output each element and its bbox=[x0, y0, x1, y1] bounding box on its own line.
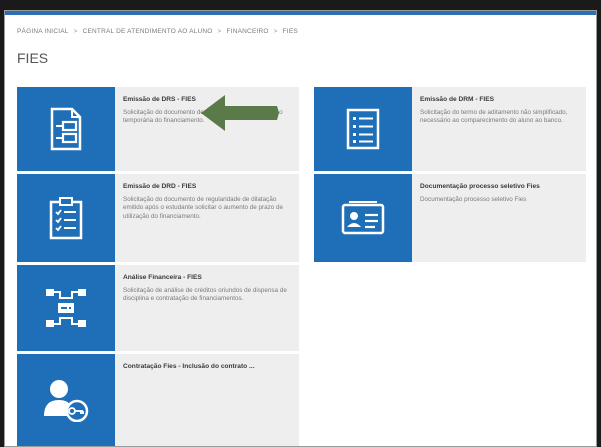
breadcrumb-separator: > bbox=[217, 28, 222, 35]
card-emissao-drd[interactable]: Emissão de DRD - FIES Solicitação do doc… bbox=[17, 174, 299, 262]
id-card-icon bbox=[341, 201, 385, 235]
card-emissao-drm[interactable]: Emissão de DRM - FIES Solicitação do ter… bbox=[314, 87, 586, 171]
card-icon-tile bbox=[17, 265, 115, 351]
card-description: Solicitação do documento de regularidade… bbox=[123, 196, 283, 220]
list-document-icon bbox=[346, 108, 380, 150]
card-documentacao-processo[interactable]: Documentação processo seletivo Fies Docu… bbox=[314, 174, 586, 262]
breadcrumb-home[interactable]: PÁGINA INICIAL bbox=[17, 28, 69, 35]
app-window: PÁGINA INICIAL > CENTRAL DE ATENDIMENTO AO… bbox=[4, 10, 597, 447]
clipboard-checklist-icon bbox=[49, 197, 83, 240]
annotation-arrow-icon bbox=[201, 95, 279, 131]
card-description: Documentação processo seletivo Fies bbox=[420, 196, 527, 203]
card-icon-tile bbox=[314, 174, 412, 262]
document-form-icon bbox=[50, 107, 82, 151]
card-description: Solicitação de análise de créditos oriun… bbox=[123, 287, 287, 303]
card-title: Contratação Fies - Inclusão do contrato … bbox=[123, 363, 255, 370]
breadcrumb-separator: > bbox=[73, 28, 78, 35]
top-accent-bar bbox=[5, 11, 596, 15]
card-title: Emissão de DRD - FIES bbox=[123, 183, 197, 190]
card-title: Emissão de DRM - FIES bbox=[420, 96, 495, 103]
card-icon-tile bbox=[314, 87, 412, 171]
network-flow-icon bbox=[46, 289, 86, 327]
user-key-icon bbox=[44, 380, 89, 422]
breadcrumb-separator: > bbox=[273, 28, 278, 35]
card-title: Documentação processo seletivo Fies bbox=[420, 183, 540, 190]
card-icon-tile bbox=[17, 87, 115, 171]
card-contratacao-fies[interactable]: Contratação Fies - Inclusão do contrato … bbox=[17, 354, 299, 446]
breadcrumb: PÁGINA INICIAL > CENTRAL DE ATENDIMENTO AO… bbox=[17, 28, 298, 35]
card-analise-financeira[interactable]: Análise Financeira - FIES Solicitação de… bbox=[17, 265, 299, 351]
breadcrumb-current: FIES bbox=[282, 28, 298, 35]
card-icon-tile bbox=[17, 174, 115, 262]
card-title: Análise Financeira - FIES bbox=[123, 274, 202, 281]
breadcrumb-central[interactable]: CENTRAL DE ATENDIMENTO AO ALUNO bbox=[83, 28, 213, 35]
card-icon-tile bbox=[17, 354, 115, 446]
breadcrumb-financeiro[interactable]: FINANCEIRO bbox=[227, 28, 269, 35]
page-title: FIES bbox=[17, 50, 49, 66]
card-description: Solicitação do termo de aditamento não s… bbox=[420, 109, 568, 125]
